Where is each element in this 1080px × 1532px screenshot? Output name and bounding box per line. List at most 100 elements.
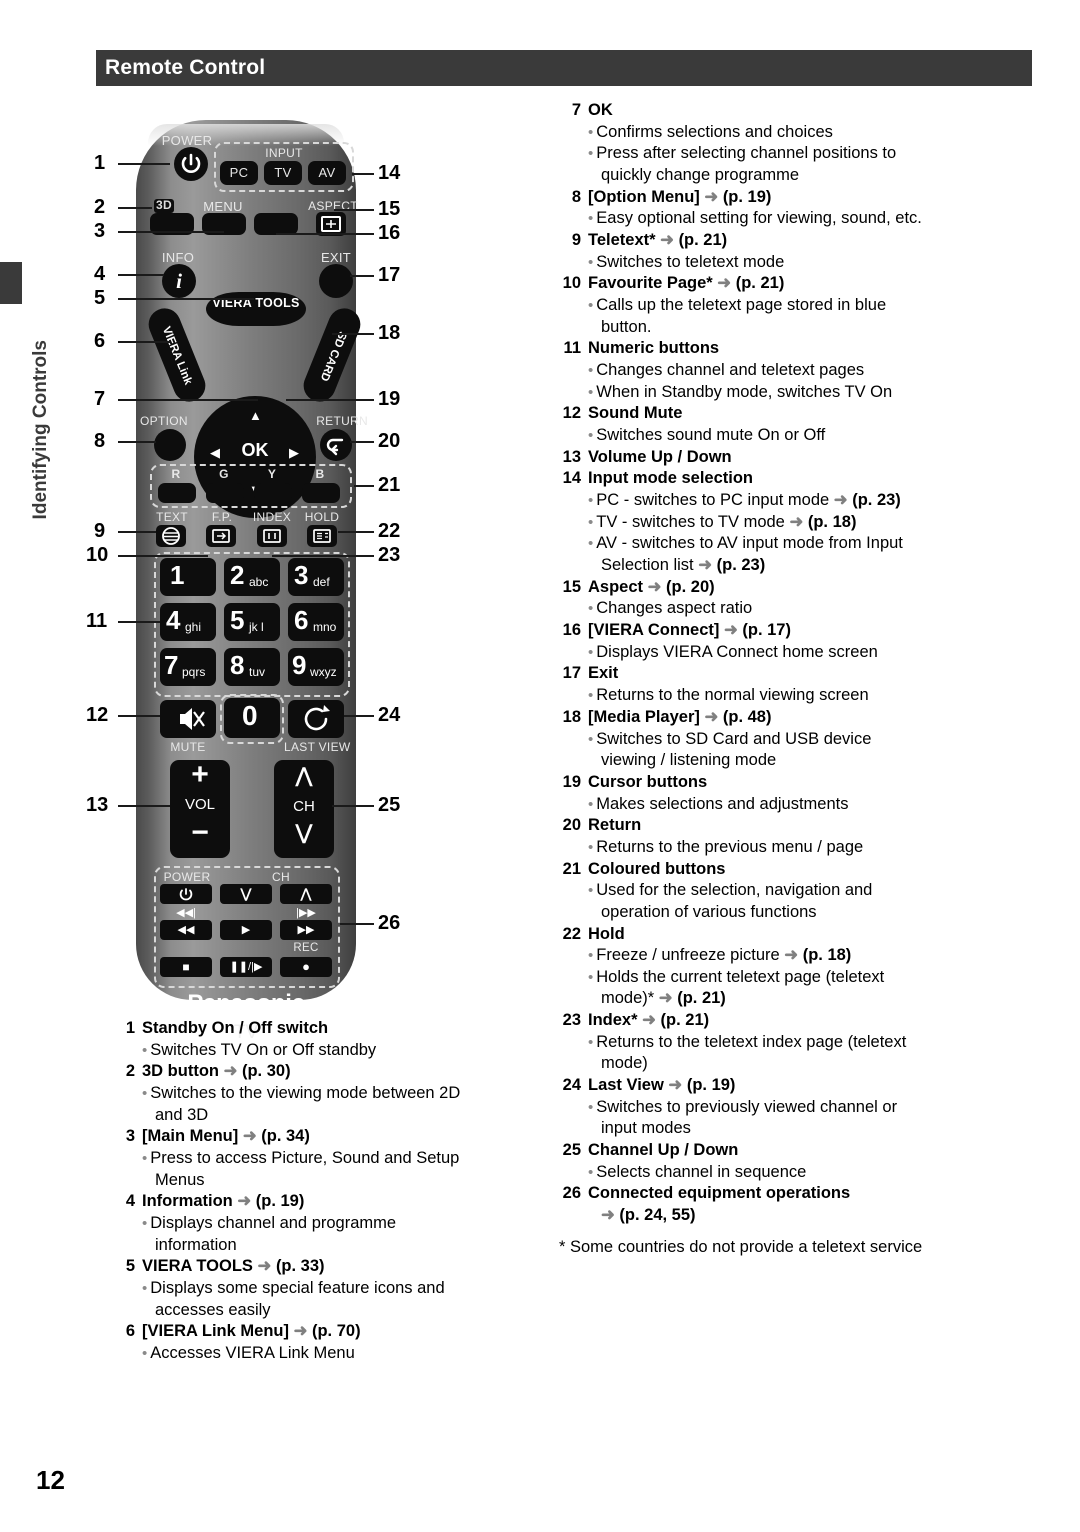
description-bullet-line: Displays some special feature icons and	[142, 1278, 546, 1300]
last-view-button[interactable]	[288, 700, 344, 738]
favourite-page-button[interactable]	[206, 525, 236, 547]
callout-7: 7	[94, 388, 106, 410]
deck-power-button[interactable]	[160, 884, 212, 904]
description-entry: 20 Return Returns to the previous menu / p…	[558, 815, 1038, 858]
key-7[interactable]: 7 pqrs	[160, 648, 216, 686]
page-reference: (p. 70)	[311, 1322, 361, 1341]
page-number: 12	[36, 1465, 65, 1495]
deck-record-button[interactable]: ●	[280, 957, 332, 977]
description-entry-title: Aspect ➜ (p. 20)	[588, 577, 715, 596]
page-ref-arrow-icon: ➜	[288, 1322, 312, 1341]
colour-button-red[interactable]	[158, 483, 196, 503]
cursor-up-icon[interactable]: ▲	[249, 408, 262, 423]
description-entry-body: Cursor buttons Makes selections and adjus…	[588, 772, 1038, 815]
key-8-digit: 8	[230, 650, 245, 680]
description-column-left: 1 Standby On / Off switch Switches TV On o…	[116, 1018, 546, 1365]
viera-connect-button[interactable]	[254, 213, 298, 235]
description-bullet-line: Used for the selection, navigation and	[588, 880, 1038, 902]
mute-button[interactable]	[160, 700, 216, 738]
cursor-right-icon[interactable]: ▶	[289, 445, 299, 461]
channel-rocker[interactable]: ⋀ CH ⋁	[274, 760, 334, 858]
description-entry-number: 26	[562, 1184, 581, 1203]
description-column-right: 7 OK Confirms selections and choicesPress …	[558, 100, 1038, 1257]
colour-button-yellow[interactable]	[254, 483, 292, 503]
description-entry-number: 2	[125, 1062, 135, 1081]
key-5[interactable]: 5 jk l	[224, 603, 280, 641]
description-entry-number: 21	[562, 859, 581, 878]
deck-ch-down-icon: ⋁	[240, 886, 252, 901]
page-ref-arrow-icon: ➜	[719, 621, 743, 640]
description-bullet-line: When in Standby mode, switches TV On	[588, 382, 1038, 404]
key-3[interactable]: 3 def	[288, 558, 344, 596]
return-button[interactable]	[320, 429, 352, 461]
page-reference: (p. 21)	[660, 1011, 710, 1030]
teletext-button[interactable]	[156, 525, 186, 547]
description-entry: 1 Standby On / Off switch Switches TV On o…	[116, 1018, 546, 1061]
description-entry-number: 19	[562, 772, 581, 791]
description-entry-body: Return Returns to the previous menu / pag…	[588, 815, 1038, 858]
volume-up-icon[interactable]: +	[170, 760, 230, 790]
description-entry-body: Hold Freeze / unfreeze picture ➜ (p. 18)H…	[588, 924, 1038, 1011]
description-entry-body: 3D button ➜ (p. 30) Switches to the viewi…	[142, 1061, 546, 1126]
key-6[interactable]: 6 mno	[288, 603, 344, 641]
section-header-bar: Remote Control	[96, 50, 1032, 86]
channel-down-icon[interactable]: ⋁	[274, 823, 334, 843]
deck-ch-up-button[interactable]: ⋀	[280, 884, 332, 904]
colour-r-label: R	[171, 467, 181, 481]
input-av-button[interactable]: AV	[308, 161, 346, 185]
key-9[interactable]: 9 wxyz	[288, 648, 344, 686]
page-ref-arrow-icon: ➜	[693, 556, 717, 575]
page-reference: (p. 34)	[261, 1127, 310, 1146]
channel-up-icon[interactable]: ⋀	[274, 766, 334, 786]
leader-3	[118, 231, 224, 233]
description-entry-number: 16	[562, 621, 581, 640]
index-button[interactable]	[257, 525, 287, 547]
callout-26: 26	[378, 912, 401, 934]
deck-rewind-button[interactable]: ◀◀	[160, 920, 212, 940]
description-entry-body: OK Confirms selections and choicesPress a…	[588, 100, 1038, 187]
deck-fastforward-button[interactable]: ▶▶	[280, 920, 332, 940]
description-entry: 24 Last View ➜ (p. 19) Switches to previou…	[558, 1075, 1038, 1140]
description-bullet-line: AV - switches to AV input mode from Inpu…	[588, 533, 1038, 555]
key-2[interactable]: 2 abc	[224, 558, 280, 596]
hold-icon	[313, 529, 331, 543]
input-tv-button[interactable]: TV	[264, 161, 302, 185]
key-0[interactable]: 0	[224, 698, 280, 738]
description-bullet-line: Confirms selections and choices	[588, 122, 1038, 144]
option-menu-button[interactable]	[154, 429, 186, 461]
description-bullet-line: Switches to SD Card and USB device	[588, 729, 1038, 751]
info-button[interactable]: i	[162, 264, 196, 298]
deck-pause-button[interactable]: ❚❚/|▶	[220, 957, 272, 977]
description-entry-title: [VIERA Link Menu] ➜ (p. 70)	[142, 1322, 361, 1341]
description-entry: 2 3D button ➜ (p. 30) Switches to the view…	[116, 1061, 546, 1126]
deck-stop-button[interactable]: ■	[160, 957, 212, 977]
volume-down-icon[interactable]: −	[170, 818, 230, 848]
leader-12	[118, 715, 160, 717]
description-bullet-line: Changes aspect ratio	[588, 598, 1038, 620]
key-9-digit: 9	[292, 650, 307, 680]
teletext-icon	[162, 527, 180, 545]
description-continuation-line: input modes	[601, 1119, 691, 1138]
colour-button-green[interactable]	[206, 483, 244, 503]
power-button[interactable]	[174, 147, 208, 181]
description-entry-body: Information ➜ (p. 19) Displays channel an…	[142, 1191, 546, 1256]
description-entry-number: 23	[562, 1011, 581, 1030]
info-icon: i	[176, 269, 182, 293]
leader-26	[340, 923, 374, 925]
key-4[interactable]: 4 ghi	[160, 603, 216, 641]
exit-button[interactable]	[319, 264, 353, 298]
description-continuation-line: viewing / listening mode	[601, 751, 777, 770]
remote-label-info: INFO	[161, 250, 195, 265]
description-entry-body: Teletext* ➜ (p. 21) Switches to teletext …	[588, 230, 1038, 273]
last-view-icon	[304, 705, 330, 731]
key-1[interactable]: 1	[160, 558, 216, 596]
volume-rocker[interactable]: + VOL −	[170, 760, 230, 858]
hold-button[interactable]	[307, 525, 337, 547]
callout-16: 16	[378, 222, 401, 244]
key-8[interactable]: 8 tuv	[224, 648, 280, 686]
input-pc-button[interactable]: PC	[220, 161, 258, 185]
cursor-left-icon[interactable]: ◀	[210, 445, 220, 461]
deck-play-button[interactable]: ▶	[220, 920, 272, 940]
colour-button-blue[interactable]	[302, 483, 340, 503]
deck-ch-down-button[interactable]: ⋁	[220, 884, 272, 904]
